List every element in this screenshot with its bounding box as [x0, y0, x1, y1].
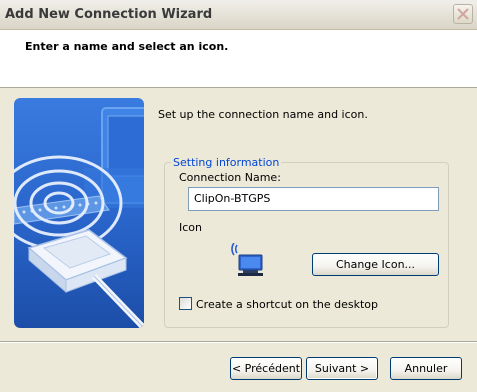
close-icon	[457, 8, 469, 20]
close-button[interactable]	[453, 4, 473, 24]
cancel-button[interactable]: Annuler	[390, 357, 462, 380]
window-title: Add New Connection Wizard	[5, 7, 213, 22]
back-button[interactable]: < Précédent	[230, 357, 302, 380]
create-shortcut-label[interactable]: Create a shortcut on the desktop	[196, 298, 378, 311]
connection-name-input[interactable]: ClipOn-BTGPS	[188, 187, 439, 211]
wireless-signal-illustration	[14, 98, 144, 328]
footer-separator	[0, 341, 477, 343]
change-icon-button[interactable]: Change Icon...	[312, 253, 439, 276]
create-shortcut-checkbox[interactable]	[179, 297, 192, 310]
wizard-illustration	[14, 98, 144, 328]
wizard-window: Add New Connection Wizard Enter a name a…	[0, 0, 477, 392]
wizard-header: Enter a name and select an icon.	[0, 30, 477, 88]
intro-text: Set up the connection name and icon.	[158, 108, 368, 121]
group-legend: Setting information	[171, 156, 282, 169]
network-computer-icon	[229, 242, 265, 277]
connection-name-label: Connection Name:	[179, 171, 281, 184]
title-bar[interactable]: Add New Connection Wizard	[0, 0, 477, 30]
next-button[interactable]: Suivant >	[306, 357, 378, 380]
page-title: Enter a name and select an icon.	[25, 40, 229, 53]
icon-label: Icon	[179, 221, 202, 234]
